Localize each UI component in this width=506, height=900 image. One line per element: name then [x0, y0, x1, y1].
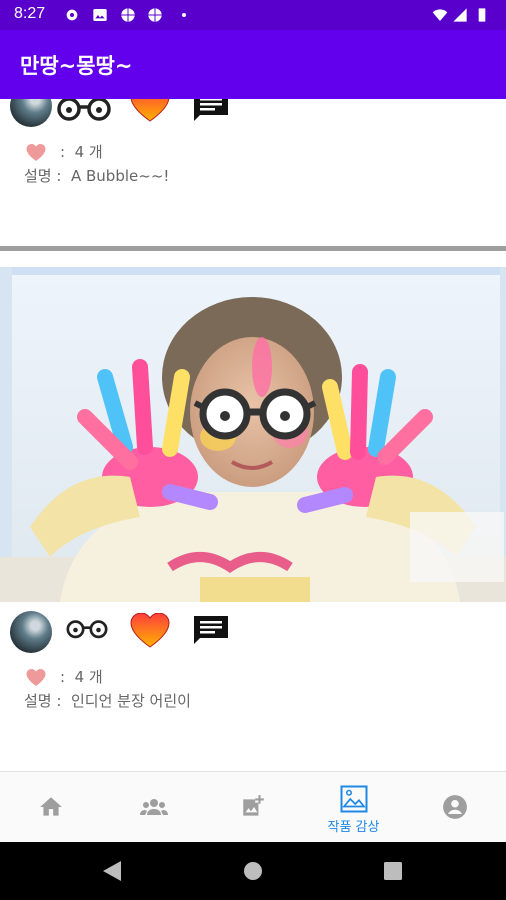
- heart-icon[interactable]: [130, 613, 170, 649]
- like-count: 4 개: [74, 143, 103, 161]
- description-row: 설명 : A Bubble~~!: [24, 165, 169, 186]
- avatar[interactable]: [10, 611, 52, 653]
- comment-icon[interactable]: [192, 613, 230, 649]
- post-divider: [0, 246, 506, 251]
- back-icon[interactable]: [101, 859, 123, 883]
- battery-icon: [478, 8, 486, 22]
- nav-people[interactable]: [101, 772, 202, 843]
- system-nav-bar: [0, 842, 506, 900]
- app-title: 만땅~몽땅~: [20, 54, 133, 78]
- like-count-row: : 4 개: [26, 666, 103, 687]
- feed-list[interactable]: : 4 개 설명 : A Bubble~~!: 4 개 설명: 인디언 분장…: [0, 99, 506, 771]
- nav-home[interactable]: [0, 772, 101, 843]
- small-heart-icon: [26, 668, 46, 686]
- bottom-navigation: 작품 감상: [0, 771, 506, 843]
- gallery-icon: [93, 9, 107, 21]
- dot-icon: [182, 13, 186, 17]
- signal-icon: [453, 8, 467, 22]
- add-photo-icon: [243, 795, 264, 816]
- nav-account[interactable]: [404, 772, 505, 843]
- glasses-icon[interactable]: [64, 619, 110, 641]
- small-heart-icon: [26, 143, 46, 161]
- nav-gallery[interactable]: 작품 감상: [303, 772, 404, 843]
- nav-add-photo[interactable]: [202, 772, 303, 843]
- home-button-icon[interactable]: [243, 861, 263, 881]
- glasses-icon[interactable]: [54, 99, 114, 123]
- gear-icon: [66, 9, 78, 21]
- like-separator: :: [60, 668, 66, 686]
- wifi-icon: [432, 9, 448, 21]
- description-text: 인디언 분장 어린이: [70, 692, 191, 710]
- status-time: 8:27: [14, 5, 46, 22]
- heart-icon[interactable]: [130, 99, 170, 123]
- people-icon: [140, 799, 168, 815]
- like-count-row: : 4 개: [26, 141, 103, 162]
- post-photo[interactable]: [0, 267, 506, 602]
- description-text: A Bubble~~!: [70, 167, 170, 185]
- gallery-icon: [340, 785, 368, 813]
- app-bar: 만땅~몽땅~: [0, 30, 506, 99]
- basketball-icon: [148, 8, 162, 22]
- like-separator: :: [60, 143, 66, 161]
- home-icon: [40, 797, 62, 816]
- avatar[interactable]: [10, 99, 52, 127]
- description-row: 설명 : 인디언 분장 어린이: [24, 690, 191, 711]
- comment-icon[interactable]: [192, 99, 230, 123]
- description-prefix: 설명 :: [24, 167, 62, 185]
- nav-gallery-label: 작품 감상: [327, 820, 380, 835]
- basketball-icon: [121, 8, 135, 22]
- status-bar: 8:27: [0, 0, 506, 30]
- like-count: 4 개: [74, 668, 103, 686]
- account-icon: [443, 795, 467, 819]
- description-prefix: 설명 :: [24, 692, 62, 710]
- recents-icon[interactable]: [384, 862, 402, 880]
